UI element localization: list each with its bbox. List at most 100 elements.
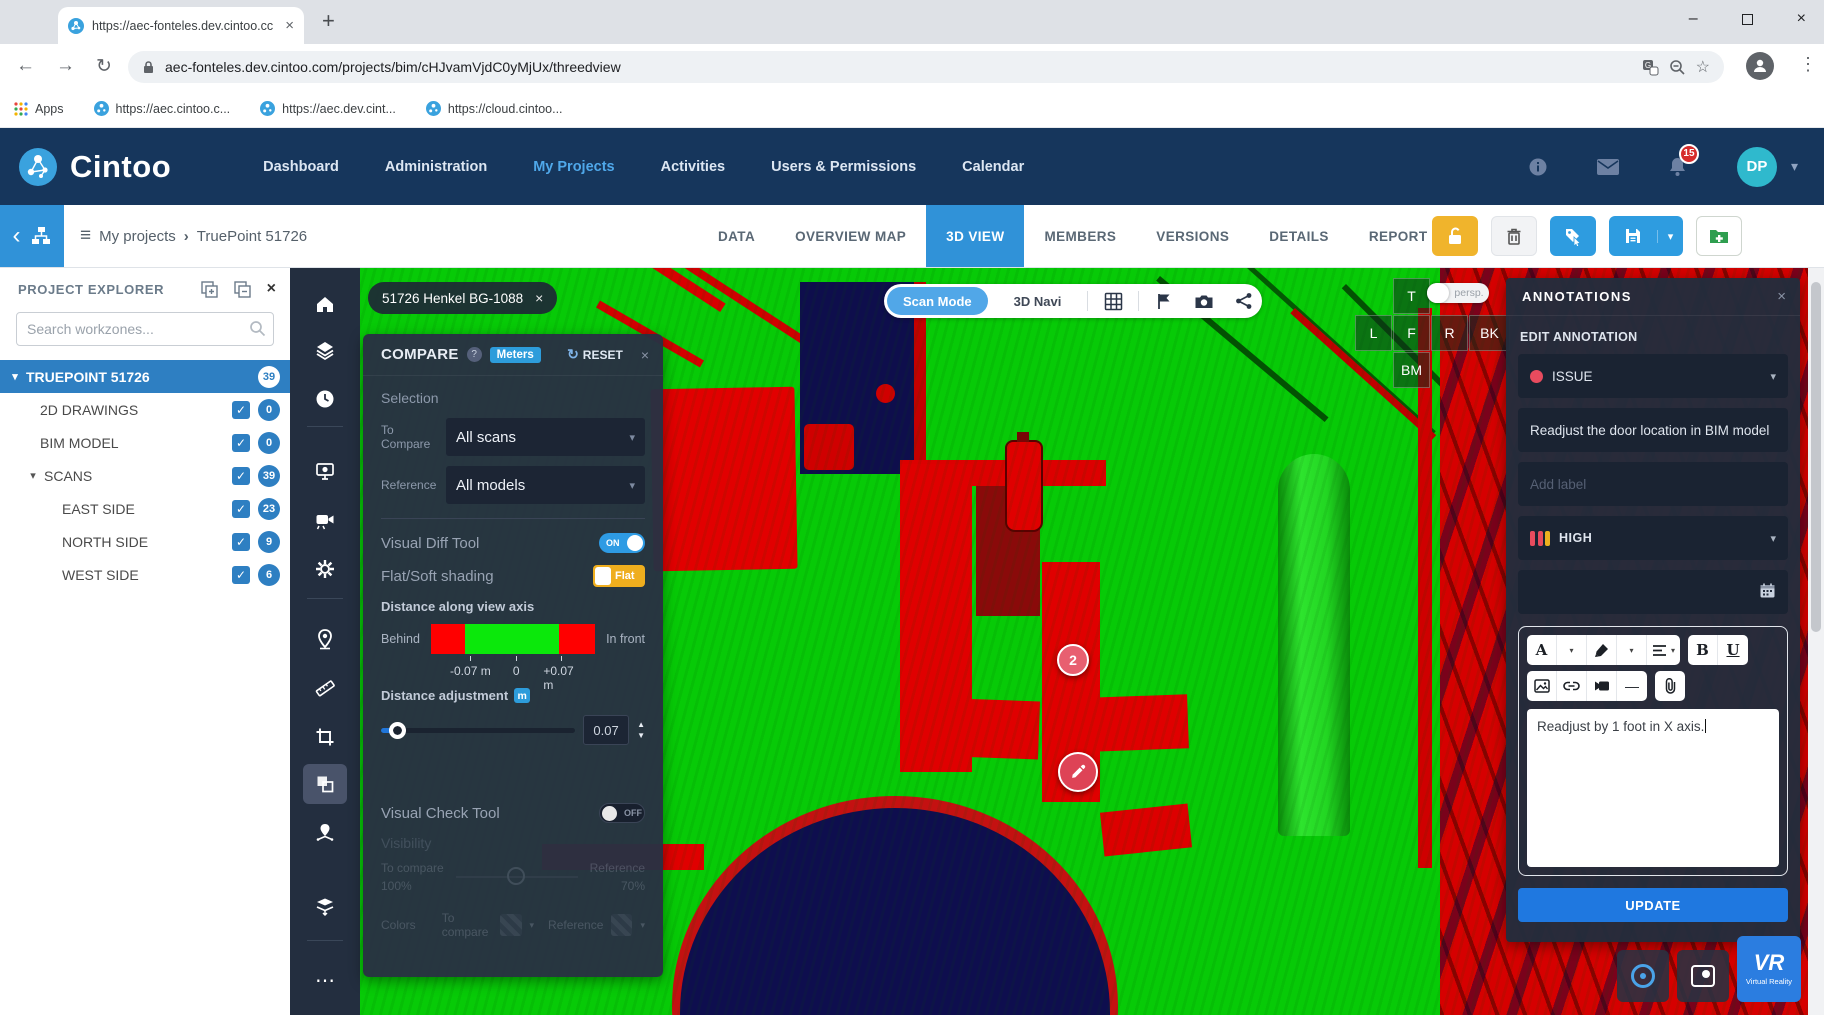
- horizontal-rule-icon[interactable]: —: [1617, 671, 1647, 701]
- insert-link-icon[interactable]: [1557, 671, 1587, 701]
- tree-item-truepoint[interactable]: ▾ TRUEPOINT 51726 39: [0, 360, 290, 393]
- shading-toggle[interactable]: Flat: [593, 565, 645, 587]
- scrollbar-thumb[interactable]: [1811, 282, 1821, 632]
- browser-tab[interactable]: https://aec-fonteles.dev.cintoo.cc ×: [58, 7, 304, 44]
- insert-image-icon[interactable]: [1527, 671, 1557, 701]
- tab-overview-map[interactable]: OVERVIEW MAP: [775, 205, 926, 267]
- share-icon[interactable]: [1229, 292, 1259, 310]
- apps-shortcut[interactable]: Apps: [14, 102, 64, 116]
- visibility-checkbox[interactable]: ✓: [232, 401, 250, 419]
- window-minimize-icon[interactable]: –: [1689, 10, 1698, 28]
- zoom-out-icon[interactable]: [1669, 59, 1686, 76]
- tab-3d-view[interactable]: 3D VIEW: [926, 205, 1024, 267]
- annotation-label-input[interactable]: [1530, 477, 1776, 492]
- visibility-checkbox[interactable]: ✓: [232, 467, 250, 485]
- slider-knob[interactable]: [389, 722, 406, 739]
- grid-view-icon[interactable]: [1098, 292, 1128, 311]
- new-tab-button[interactable]: +: [322, 8, 335, 34]
- flag-annotation-icon[interactable]: [1149, 292, 1179, 310]
- step-down-icon[interactable]: ▼: [637, 732, 645, 740]
- page-scrollbar[interactable]: [1808, 268, 1824, 1015]
- workzone-tag-close-icon[interactable]: ×: [535, 290, 543, 306]
- tab-data[interactable]: DATA: [698, 205, 775, 267]
- explorer-toggle-block[interactable]: ‹: [0, 205, 64, 267]
- expand-all-icon[interactable]: [201, 281, 218, 298]
- visual-diff-toggle[interactable]: ON: [599, 533, 645, 553]
- annotation-marker-2[interactable]: 2: [1057, 644, 1089, 676]
- bookmark-item[interactable]: https://cloud.cintoo...: [426, 101, 563, 116]
- tab-members[interactable]: MEMBERS: [1024, 205, 1136, 267]
- caret-down-icon[interactable]: ▾: [26, 469, 40, 482]
- breadcrumb-root[interactable]: My projects: [99, 228, 176, 245]
- tab-close-icon[interactable]: ×: [285, 17, 294, 34]
- visual-check-toggle[interactable]: OFF: [599, 803, 645, 823]
- save-split-button[interactable]: ▾: [1609, 216, 1683, 256]
- compare-diff-icon[interactable]: [303, 764, 347, 804]
- cube-face-front[interactable]: F: [1393, 315, 1430, 351]
- annotations-close-icon[interactable]: ×: [1777, 288, 1786, 305]
- align-button[interactable]: ▾: [1647, 635, 1680, 665]
- font-caret-icon[interactable]: ▾: [1557, 635, 1587, 665]
- translate-icon[interactable]: G: [1642, 59, 1659, 76]
- cube-face-top[interactable]: T: [1393, 278, 1430, 314]
- annotation-marker-edit[interactable]: [1058, 752, 1098, 792]
- tree-item-east-side[interactable]: EAST SIDE ✓ 23: [0, 492, 290, 525]
- notifications-bell-icon[interactable]: 15: [1667, 156, 1689, 178]
- nav-users-permissions[interactable]: Users & Permissions: [771, 159, 916, 175]
- step-up-icon[interactable]: ▲: [637, 721, 645, 729]
- delete-button[interactable]: [1491, 216, 1537, 256]
- nav-administration[interactable]: Administration: [385, 159, 487, 175]
- distance-slider[interactable]: [381, 728, 575, 733]
- save-icon[interactable]: [1609, 227, 1657, 245]
- reference-dropdown[interactable]: All models ▾: [446, 466, 645, 504]
- tree-item-scans[interactable]: ▾ SCANS ✓ 39: [0, 459, 290, 492]
- cube-face-left[interactable]: L: [1355, 315, 1392, 351]
- screenshot-camera-icon[interactable]: [1189, 293, 1219, 310]
- save-options-caret[interactable]: ▾: [1657, 230, 1683, 243]
- nav-dashboard[interactable]: Dashboard: [263, 159, 339, 175]
- screen-settings-icon[interactable]: [303, 451, 347, 491]
- nav-activities[interactable]: Activities: [661, 159, 725, 175]
- tree-item-west-side[interactable]: WEST SIDE ✓ 6: [0, 558, 290, 591]
- info-icon[interactable]: [1527, 156, 1549, 178]
- cube-face-back[interactable]: BK: [1469, 315, 1510, 351]
- caret-down-icon[interactable]: ▾: [8, 370, 22, 383]
- underline-button[interactable]: U: [1718, 635, 1748, 665]
- minimap-button[interactable]: [1677, 950, 1729, 1002]
- viewport-3d[interactable]: ⋯ 51726 Henkel BG-1088 × Scan Mode 3D Na…: [290, 268, 1808, 1015]
- layers-icon[interactable]: [303, 330, 347, 370]
- value-stepper[interactable]: ▲▼: [637, 721, 645, 740]
- help-icon[interactable]: ?: [467, 347, 482, 362]
- measure-ruler-icon[interactable]: [303, 668, 347, 708]
- tree-item-north-side[interactable]: NORTH SIDE ✓ 9: [0, 525, 290, 558]
- insert-video-icon[interactable]: [1587, 671, 1617, 701]
- reset-button[interactable]: ↻RESET: [567, 346, 623, 363]
- menu-icon[interactable]: ≡: [80, 225, 91, 247]
- cube-face-bottom[interactable]: BM: [1393, 352, 1430, 388]
- annotation-priority-dropdown[interactable]: HIGH ▾: [1518, 516, 1788, 560]
- stacked-layers-icon[interactable]: [303, 886, 347, 926]
- explorer-close-icon[interactable]: ×: [267, 280, 276, 298]
- search-input[interactable]: [16, 312, 274, 346]
- collapse-back-icon[interactable]: ‹: [13, 224, 21, 248]
- bold-button[interactable]: B: [1688, 635, 1718, 665]
- brush-caret-icon[interactable]: ▾: [1617, 635, 1647, 665]
- settings-gear-icon[interactable]: [303, 549, 347, 589]
- video-camera-icon[interactable]: [303, 500, 347, 540]
- brand[interactable]: Cintoo: [18, 147, 171, 187]
- compare-close-icon[interactable]: ×: [641, 347, 649, 363]
- profile-avatar[interactable]: [1746, 52, 1774, 80]
- tab-versions[interactable]: VERSIONS: [1136, 205, 1249, 267]
- annotation-note-textarea[interactable]: Readjust by 1 foot in X axis.: [1527, 709, 1779, 867]
- visibility-checkbox[interactable]: ✓: [232, 434, 250, 452]
- crop-icon[interactable]: [303, 717, 347, 757]
- window-close-icon[interactable]: ×: [1797, 10, 1806, 28]
- annotation-type-dropdown[interactable]: ISSUE ▾: [1518, 354, 1788, 398]
- forward-icon[interactable]: →: [56, 55, 75, 77]
- address-bar[interactable]: aec-fonteles.dev.cintoo.com/projects/bim…: [128, 51, 1724, 83]
- annotation-title-input[interactable]: [1530, 423, 1776, 438]
- 3d-navi-toggle[interactable]: 3D Navi: [998, 287, 1078, 315]
- tab-details[interactable]: DETAILS: [1249, 205, 1349, 267]
- messages-icon[interactable]: [1597, 156, 1619, 178]
- adjustment-value[interactable]: 0.07: [583, 715, 629, 745]
